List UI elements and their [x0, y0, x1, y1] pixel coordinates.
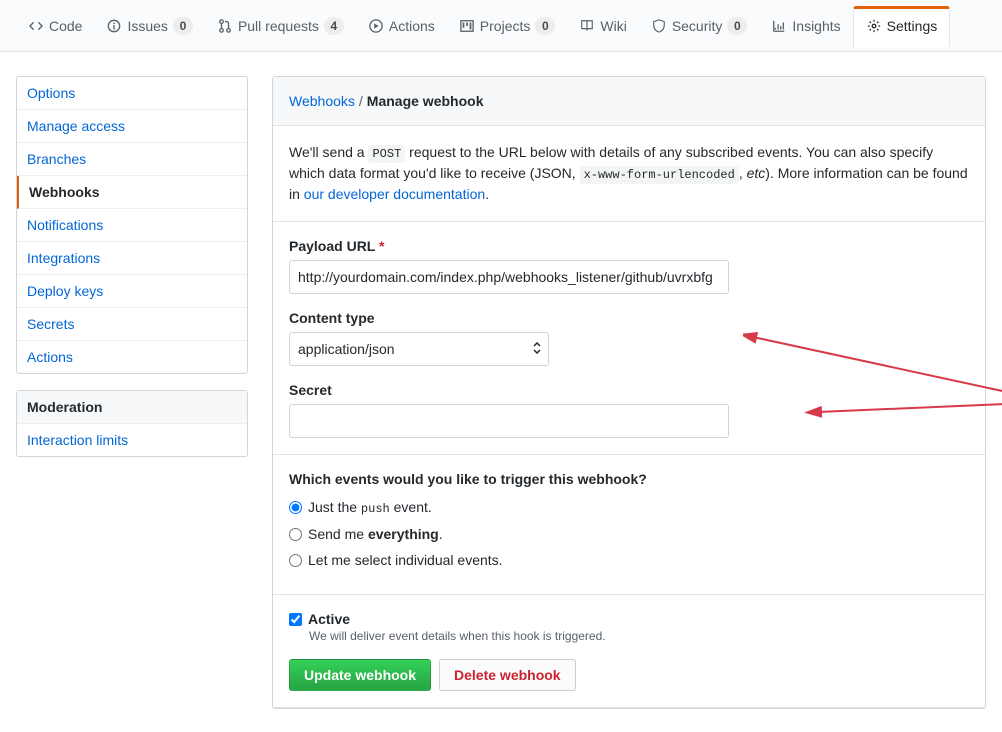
shield-icon	[651, 18, 667, 34]
projects-counter: 0	[535, 17, 555, 35]
radio-individual[interactable]: Let me select individual events.	[289, 552, 969, 568]
play-icon	[368, 18, 384, 34]
dev-docs-link[interactable]: our developer documentation	[304, 186, 485, 202]
tab-actions-label: Actions	[389, 18, 435, 34]
tab-actions[interactable]: Actions	[356, 6, 447, 46]
breadcrumb-sep: /	[359, 93, 363, 109]
sidebar-item-webhooks[interactable]: Webhooks	[17, 176, 247, 209]
events-title: Which events would you like to trigger t…	[289, 471, 969, 487]
tab-insights[interactable]: Insights	[759, 6, 852, 46]
breadcrumb-current: Manage webhook	[367, 93, 484, 109]
sidebar-item-integrations[interactable]: Integrations	[17, 242, 247, 275]
sidebar-item-branches[interactable]: Branches	[17, 143, 247, 176]
tab-settings[interactable]: Settings	[853, 6, 951, 47]
issues-counter: 0	[173, 17, 193, 35]
payload-url-label: Payload URL *	[289, 238, 969, 254]
intro-text: We'll send a POST request to the URL bel…	[289, 142, 969, 205]
secret-label: Secret	[289, 382, 969, 398]
content-type-label: Content type	[289, 310, 969, 326]
pull-request-icon	[217, 18, 233, 34]
tab-code[interactable]: Code	[16, 6, 94, 46]
radio-push-input[interactable]	[289, 501, 302, 514]
sidebar-item-secrets[interactable]: Secrets	[17, 308, 247, 341]
sidebar-item-notifications[interactable]: Notifications	[17, 209, 247, 242]
gear-icon	[866, 18, 882, 34]
sidebar-heading-moderation: Moderation	[17, 391, 247, 424]
tab-pulls[interactable]: Pull requests 4	[205, 5, 356, 47]
tab-security-label: Security	[672, 18, 723, 34]
settings-sidebar: Options Manage access Branches Webhooks …	[16, 76, 248, 473]
delete-webhook-button[interactable]: Delete webhook	[439, 659, 576, 691]
tab-settings-label: Settings	[887, 18, 938, 34]
webhook-content: Webhooks / Manage webhook We'll send a P…	[272, 76, 986, 709]
tab-issues-label: Issues	[127, 18, 167, 34]
tab-wiki-label: Wiki	[600, 18, 626, 34]
radio-everything[interactable]: Send me everything.	[289, 526, 969, 542]
security-counter: 0	[727, 17, 747, 35]
sidebar-item-deploy-keys[interactable]: Deploy keys	[17, 275, 247, 308]
radio-everything-input[interactable]	[289, 528, 302, 541]
sidebar-item-actions[interactable]: Actions	[17, 341, 247, 373]
sidebar-item-options[interactable]: Options	[17, 77, 247, 110]
tab-insights-label: Insights	[792, 18, 840, 34]
code-icon	[28, 18, 44, 34]
book-icon	[579, 18, 595, 34]
project-icon	[459, 18, 475, 34]
tab-code-label: Code	[49, 18, 82, 34]
tab-projects-label: Projects	[480, 18, 531, 34]
tab-projects[interactable]: Projects 0	[447, 5, 568, 47]
payload-url-input[interactable]	[289, 260, 729, 294]
active-note: We will deliver event details when this …	[309, 629, 969, 643]
post-code: POST	[368, 145, 405, 163]
active-checkbox[interactable]	[289, 613, 302, 626]
graph-icon	[771, 18, 787, 34]
active-label: Active	[308, 611, 350, 627]
pulls-counter: 4	[324, 17, 344, 35]
update-webhook-button[interactable]: Update webhook	[289, 659, 431, 691]
breadcrumb: Webhooks / Manage webhook	[273, 77, 985, 126]
sidebar-item-manage-access[interactable]: Manage access	[17, 110, 247, 143]
repo-tabnav: Code Issues 0 Pull requests 4 Actions Pr…	[0, 0, 1002, 52]
breadcrumb-parent[interactable]: Webhooks	[289, 93, 355, 109]
tab-issues[interactable]: Issues 0	[94, 5, 204, 47]
content-type-select[interactable]: application/json	[289, 332, 549, 366]
sidebar-item-interaction-limits[interactable]: Interaction limits	[17, 424, 247, 456]
radio-push-event[interactable]: Just the push event.	[289, 499, 969, 516]
tab-wiki[interactable]: Wiki	[567, 6, 638, 46]
tab-pulls-label: Pull requests	[238, 18, 319, 34]
issue-icon	[106, 18, 122, 34]
urlencoded-code: x-www-form-urlencoded	[580, 166, 739, 184]
radio-individual-input[interactable]	[289, 554, 302, 567]
tab-security[interactable]: Security 0	[639, 5, 760, 47]
active-checkbox-row[interactable]: Active	[289, 611, 969, 627]
secret-input[interactable]	[289, 404, 729, 438]
